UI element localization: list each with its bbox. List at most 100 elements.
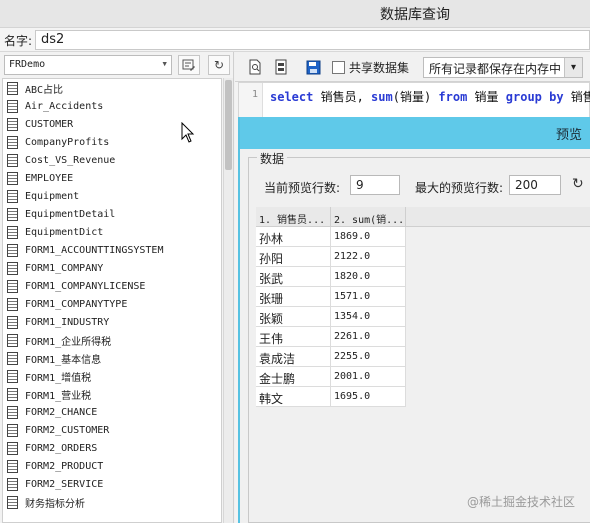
sql-keyword-group-by: group by (505, 90, 564, 104)
dataset-name-input[interactable]: ds2 (35, 30, 590, 50)
table-header: 1. 销售员... 2. sum(销... (256, 207, 590, 227)
name-row: 名字: ds2 (0, 28, 590, 52)
sql-editor[interactable]: 1 select 销售员, sum(销量) from 销量 group by 销… (238, 82, 590, 120)
table-name: Air_Accidents (25, 100, 104, 112)
table-list-scrollbar[interactable] (223, 78, 233, 523)
sql-text: 销量 (467, 90, 506, 104)
table-name: Cost_VS_Revenue (25, 154, 116, 166)
table-name: FORM1_企业所得税 (25, 336, 112, 348)
share-dataset-label: 共享数据集 (349, 61, 410, 75)
sum-cell[interactable]: 1869.0 (331, 227, 406, 247)
table-row: 王伟 2261.0 (256, 327, 590, 347)
parameter-button[interactable] (273, 58, 289, 76)
table-icon (7, 135, 18, 149)
table-name: 财务指标分析 (25, 498, 85, 510)
refresh-tables-button[interactable]: ↻ (208, 55, 230, 75)
salesperson-cell[interactable]: 金士鹏 (256, 367, 331, 387)
table-list-item[interactable]: FORM1_企业所得税 (3, 331, 221, 349)
table-list-item[interactable]: 财务指标分析 (3, 493, 221, 511)
row-filler (406, 347, 590, 367)
edit-connection-icon (182, 59, 195, 71)
scrollbar-thumb[interactable] (225, 80, 232, 170)
salesperson-cell[interactable]: 张珊 (256, 287, 331, 307)
table-list-item[interactable]: FORM1_ACCOUNTTINGSYSTEM (3, 241, 221, 259)
table-row: 韩文 1695.0 (256, 387, 590, 407)
column-header[interactable]: 1. 销售员... (256, 207, 331, 226)
refresh-preview-icon[interactable]: ↻ (572, 176, 584, 192)
table-list-item[interactable]: EMPLOYEE (3, 169, 221, 187)
salesperson-cell[interactable]: 孙林 (256, 227, 331, 247)
row-filler (406, 287, 590, 307)
table-icon (7, 261, 18, 275)
chevron-down-icon: ▾ (161, 57, 168, 70)
table-list-item[interactable]: Equipment (3, 187, 221, 205)
table-name: EMPLOYEE (25, 172, 74, 184)
table-name: FORM2_PRODUCT (25, 460, 104, 472)
salesperson-cell[interactable]: 韩文 (256, 387, 331, 407)
table-row: 张颖 1354.0 (256, 307, 590, 327)
salesperson-cell[interactable]: 张武 (256, 267, 331, 287)
table-icon (7, 477, 18, 491)
max-rows-input[interactable]: 200 (509, 175, 561, 195)
sum-cell[interactable]: 2001.0 (331, 367, 406, 387)
table-icon (7, 333, 18, 347)
refresh-icon: ↻ (213, 58, 225, 72)
sum-cell[interactable]: 1354.0 (331, 307, 406, 327)
column-header[interactable]: 2. sum(销... (331, 207, 406, 226)
table-icon (7, 423, 18, 437)
table-list-item[interactable]: FORM1_COMPANYTYPE (3, 295, 221, 313)
table-list-item[interactable]: FORM1_INDUSTRY (3, 313, 221, 331)
table-icon (7, 171, 18, 185)
save-button[interactable] (305, 58, 321, 76)
table-name: ABC占比 (25, 84, 64, 96)
table-row: 孙林 1869.0 (256, 227, 590, 247)
table-list-item[interactable]: FORM1_增值税 (3, 367, 221, 385)
table-list-item[interactable]: ABC占比 (3, 79, 221, 97)
table-list-item[interactable]: FORM1_营业税 (3, 385, 221, 403)
table-list-item[interactable]: FORM2_CHANCE (3, 403, 221, 421)
table-list-item[interactable]: FORM1_COMPANY (3, 259, 221, 277)
edit-connection-button[interactable] (178, 55, 200, 75)
table-list-item[interactable]: FORM1_基本信息 (3, 349, 221, 367)
sum-cell[interactable]: 2255.0 (331, 347, 406, 367)
table-list-item[interactable]: FORM2_ORDERS (3, 439, 221, 457)
row-filler (406, 327, 590, 347)
table-list-item[interactable]: Air_Accidents (3, 97, 221, 115)
table-icon (7, 225, 18, 239)
storage-select[interactable]: 所有记录都保存在内存中 ▾ (423, 57, 583, 78)
sum-cell[interactable]: 1820.0 (331, 267, 406, 287)
preview-title: 预览 (556, 128, 583, 143)
table-list-item[interactable]: FORM1_COMPANYLICENSE (3, 277, 221, 295)
table-name: FORM1_COMPANYTYPE (25, 298, 128, 310)
sql-keyword-select: select (270, 90, 314, 104)
preview-button[interactable] (247, 58, 263, 76)
table-list-item[interactable]: FORM2_SERVICE (3, 475, 221, 493)
line-number: 1 (239, 83, 263, 119)
sum-cell[interactable]: 2261.0 (331, 327, 406, 347)
table-list-item[interactable]: EquipmentDict (3, 223, 221, 241)
max-rows-label: 最大的预览行数: (415, 181, 504, 195)
table-name: FORM1_ACCOUNTTINGSYSTEM (25, 244, 164, 256)
table-icon (7, 99, 18, 113)
table-list-item[interactable]: FORM2_CUSTOMER (3, 421, 221, 439)
table-list: ABC占比 Air_Accidents CUSTOMER CompanyProfits… (2, 78, 222, 523)
connection-select[interactable]: FRDemo ▾ (4, 55, 172, 75)
current-rows-input[interactable]: 9 (350, 175, 400, 195)
sum-cell[interactable]: 1695.0 (331, 387, 406, 407)
table-icon (7, 297, 18, 311)
row-filler (406, 367, 590, 387)
table-icon (7, 459, 18, 473)
salesperson-cell[interactable]: 张颖 (256, 307, 331, 327)
table-row: 袁成洁 2255.0 (256, 347, 590, 367)
share-dataset-checkbox[interactable] (332, 61, 345, 74)
salesperson-cell[interactable]: 王伟 (256, 327, 331, 347)
table-name: FORM2_ORDERS (25, 442, 98, 454)
salesperson-cell[interactable]: 袁成洁 (256, 347, 331, 367)
salesperson-cell[interactable]: 孙阳 (256, 247, 331, 267)
table-list-item[interactable]: EquipmentDetail (3, 205, 221, 223)
table-list-item[interactable]: Cost_VS_Revenue (3, 151, 221, 169)
sum-cell[interactable]: 2122.0 (331, 247, 406, 267)
sum-cell[interactable]: 1571.0 (331, 287, 406, 307)
row-filler (406, 227, 590, 247)
table-list-item[interactable]: FORM2_PRODUCT (3, 457, 221, 475)
